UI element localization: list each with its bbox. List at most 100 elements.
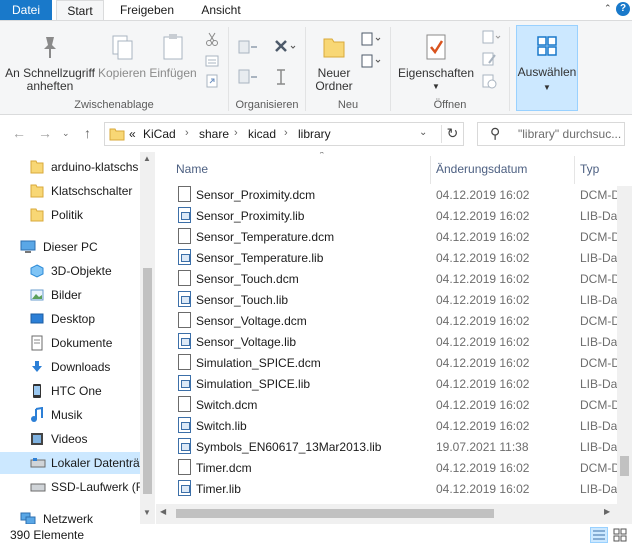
rename-icon[interactable] — [273, 67, 297, 87]
copy-to-icon[interactable] — [237, 67, 261, 87]
file-row[interactable]: Switch.lib 04.12.2019 16:02 LIB-Datei — [156, 415, 632, 436]
file-row[interactable]: Timer.lib 04.12.2019 16:02 LIB-Datei — [156, 478, 632, 499]
tab-start[interactable]: Start — [56, 0, 104, 21]
forward-arrow-icon[interactable]: → — [38, 125, 52, 141]
nav-item-label: Dieser PC — [43, 240, 98, 254]
breadcrumb-share[interactable]: share — [199, 127, 229, 141]
nav-item-videos[interactable]: Videos — [0, 428, 140, 450]
edit-icon[interactable] — [481, 51, 497, 67]
tab-share[interactable]: Freigeben — [112, 0, 182, 21]
drive-icon — [30, 458, 46, 468]
pin-label: An Schnellzugriff anheften — [5, 66, 95, 93]
column-header-date[interactable]: Änderungsdatum — [436, 152, 576, 186]
cut-icon[interactable] — [204, 31, 220, 47]
copy-path-icon[interactable] — [204, 53, 220, 69]
nav-item-this-pc[interactable]: Dieser PC — [0, 236, 140, 258]
paste-button[interactable]: Einfügen — [148, 27, 198, 80]
file-date: 04.12.2019 16:02 — [436, 461, 530, 475]
nav-item-label: Bilder — [51, 288, 82, 302]
file-row[interactable]: Simulation_SPICE.dcm 04.12.2019 16:02 DCM-… — [156, 352, 632, 373]
column-divider[interactable] — [574, 156, 575, 184]
file-row[interactable]: Sensor_Proximity.lib 04.12.2019 16:02 LIB-… — [156, 205, 632, 226]
file-row[interactable]: Sensor_Touch.lib 04.12.2019 16:02 LIB-Date… — [156, 289, 632, 310]
back-arrow-icon[interactable]: ← — [12, 125, 26, 141]
up-arrow-icon[interactable]: ↑ — [84, 125, 91, 141]
properties-button[interactable]: Eigenschaften ▼ — [395, 27, 477, 93]
collapse-ribbon-icon[interactable]: ⌃ — [604, 3, 614, 13]
new-item-icon[interactable] — [360, 31, 384, 47]
nav-item-local-disk[interactable]: Lokaler Datenträ — [0, 452, 140, 474]
new-folder-button[interactable]: Neuer Ordner — [312, 27, 356, 93]
easy-access-icon[interactable] — [360, 53, 384, 69]
tab-file[interactable]: Datei — [0, 0, 52, 20]
copy-label: Kopieren — [98, 66, 147, 80]
file-row[interactable]: Symbols_EN60617_13Mar2013.lib 19.07.2021 … — [156, 436, 632, 457]
pin-quick-access-button[interactable]: An Schnellzugriff anheften — [4, 27, 96, 93]
scroll-up-icon[interactable]: ▲ — [143, 154, 151, 163]
organize-group: Organisieren — [229, 21, 305, 115]
column-divider[interactable] — [430, 156, 431, 184]
breadcrumb-kicad-sub[interactable]: kicad — [248, 127, 276, 141]
nav-item-arduino-klatsch[interactable]: arduino-klatschs — [0, 156, 140, 178]
file-row[interactable]: Simulation_SPICE.lib 04.12.2019 16:02 LIB-… — [156, 373, 632, 394]
scroll-left-icon[interactable]: ◀ — [160, 507, 166, 516]
file-name: Sensor_Voltage.dcm — [196, 314, 307, 328]
file-row[interactable]: Sensor_Voltage.dcm04.12.2019 16:02DCM-Da… — [156, 310, 632, 331]
new-folder-icon — [323, 38, 345, 58]
nav-item-network[interactable]: Netzwerk — [0, 508, 140, 524]
help-icon[interactable]: ? — [616, 2, 630, 16]
nav-item-desktop[interactable]: Desktop — [0, 308, 140, 330]
folder-icon — [30, 184, 44, 198]
nav-item-3d-objects[interactable]: 3D-Objekte — [0, 260, 140, 282]
breadcrumb-chevron-icon[interactable]: › — [234, 127, 238, 139]
nav-item-ssd-drive[interactable]: SSD-Laufwerk (F — [0, 476, 140, 498]
search-input[interactable]: "library" durchsuc... — [518, 127, 623, 141]
nav-item-documents[interactable]: Dokumente — [0, 332, 140, 354]
large-icons-view-icon[interactable] — [612, 527, 628, 543]
scroll-right-icon[interactable]: ▶ — [604, 507, 610, 516]
recent-locations-chevron-icon[interactable]: ⌄ — [62, 128, 70, 139]
move-to-icon[interactable] — [237, 37, 261, 57]
breadcrumb-overflow[interactable]: « — [129, 127, 136, 141]
search-box[interactable]: ⚲ "library" durchsuc... — [477, 122, 625, 146]
address-dropdown-icon[interactable]: ⌄ — [419, 127, 427, 138]
nav-item-downloads[interactable]: Downloads — [0, 356, 140, 378]
delete-icon[interactable] — [273, 37, 297, 57]
file-date: 04.12.2019 16:02 — [436, 356, 530, 370]
column-header-name[interactable]: ⌃ Name — [174, 152, 430, 186]
nav-item-label: 3D-Objekte — [51, 264, 112, 278]
breadcrumb-kicad[interactable]: KiCad — [143, 127, 176, 141]
refresh-icon[interactable]: ↻ — [441, 125, 463, 143]
file-row[interactable]: Sensor_Voltage.lib 04.12.2019 16:02 LIB-Da… — [156, 331, 632, 352]
nav-item-pictures[interactable]: Bilder — [0, 284, 140, 306]
folder-icon — [30, 160, 44, 174]
file-row[interactable]: Switch.dcm04.12.2019 16:02DCM-Datei — [156, 394, 632, 415]
nav-item-music[interactable]: Musik — [0, 404, 140, 426]
file-row[interactable]: Sensor_Proximity.dcm 04.12.2019 16:02 DCM-… — [156, 184, 632, 205]
history-icon[interactable] — [481, 73, 497, 89]
horizontal-scroll-thumb[interactable] — [176, 509, 494, 518]
address-bar[interactable]: « KiCad › share › kicad › library ⌄ ↻ — [104, 122, 464, 146]
file-row[interactable]: Timer.dcm04.12.2019 16:02DCM-Datei — [156, 457, 632, 478]
select-button[interactable]: Auswählen ▼ — [516, 25, 578, 111]
file-row[interactable]: Sensor_Temperature.lib 04.12.2019 16:02 LI… — [156, 247, 632, 268]
breadcrumb-library[interactable]: library — [298, 127, 331, 141]
breadcrumb-chevron-icon[interactable]: › — [284, 127, 288, 139]
nav-item-klatschschalter[interactable]: Klatschschalter — [0, 180, 140, 202]
nav-item-politik[interactable]: Politik — [0, 204, 140, 226]
paste-shortcut-icon[interactable] — [204, 73, 220, 89]
open-icon[interactable] — [481, 29, 503, 45]
column-header-type[interactable]: Typ — [580, 152, 632, 186]
copy-button[interactable]: Kopieren — [98, 27, 146, 80]
file-name: Sensor_Temperature.lib — [196, 251, 324, 265]
properties-dropdown-icon[interactable]: ▼ — [395, 80, 477, 93]
nav-pane-scroll-thumb[interactable] — [143, 268, 152, 494]
tab-view[interactable]: Ansicht — [192, 0, 250, 21]
details-view-icon[interactable] — [590, 527, 608, 543]
file-row[interactable]: Sensor_Temperature.dcm 04.12.2019 16:02 DC… — [156, 226, 632, 247]
file-row[interactable]: Sensor_Touch.dcm04.12.2019 16:02DCM-Date… — [156, 268, 632, 289]
file-list-scroll-thumb[interactable] — [620, 456, 629, 476]
scroll-down-icon[interactable]: ▼ — [143, 508, 151, 517]
breadcrumb-chevron-icon[interactable]: › — [185, 127, 189, 139]
nav-item-htc-one[interactable]: HTC One — [0, 380, 140, 402]
